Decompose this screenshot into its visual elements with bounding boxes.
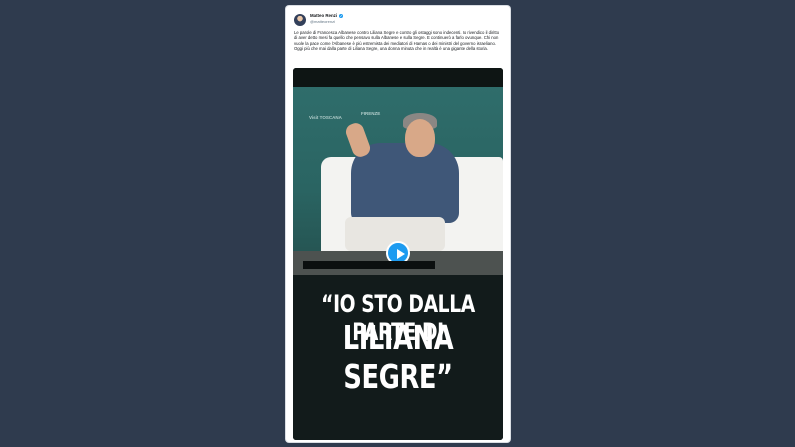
tweet-header: Matteo Renzi ✓ @matteorenzi <box>294 13 502 31</box>
tweet-paragraph: Le parole di Francesca Albanese contro L… <box>294 30 500 51</box>
author-handle[interactable]: @matteorenzi <box>310 19 335 24</box>
author-name[interactable]: Matteo Renzi ✓ <box>310 13 344 18</box>
backdrop-logo: Visit TOSCANA <box>309 115 342 120</box>
stage-bar <box>303 261 435 269</box>
tweet-text: Le parole di Francesca Albanese contro L… <box>294 30 502 51</box>
speaker-head <box>405 119 435 157</box>
video-player[interactable]: Visit TOSCANA FIRENZE “IO STO DALLA PART… <box>293 68 503 440</box>
video-top-band <box>293 68 503 87</box>
speaker-torso <box>351 143 459 223</box>
tweet-card: Matteo Renzi ✓ @matteorenzi Le parole di … <box>286 6 510 442</box>
video-caption: “IO STO DALLA PARTE DI LILIANA SEGRE” <box>293 261 503 440</box>
caption-line-2: LILIANA SEGRE” <box>342 318 454 396</box>
backdrop-logo: FIRENZE <box>361 111 381 116</box>
verified-badge-icon: ✓ <box>339 13 344 18</box>
speaker-raised-hand <box>343 120 373 160</box>
avatar[interactable] <box>294 14 306 26</box>
author-name-text: Matteo Renzi <box>310 13 338 18</box>
